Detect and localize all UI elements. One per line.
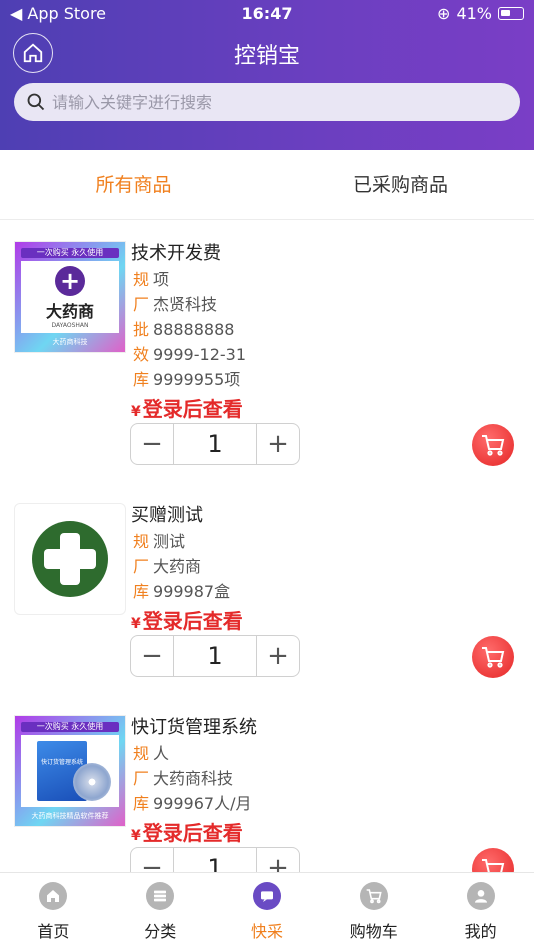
plus-logo-icon xyxy=(32,521,108,597)
product-spec: 规人 xyxy=(133,744,170,763)
list-item[interactable]: 一次购买 永久使用 快订货管理系统 大药商科技精品软件推荐 快订货管理系统 规人… xyxy=(0,695,534,872)
product-maker: 厂大药商科技 xyxy=(133,769,234,788)
thumb-brand-en: DAYAOSHAN xyxy=(51,321,89,329)
product-name[interactable]: 买赠测试 xyxy=(131,501,203,527)
tab-quick-buy[interactable]: 快采 xyxy=(214,873,321,950)
decrease-button[interactable]: − xyxy=(131,424,173,464)
tab-profile[interactable]: 我的 xyxy=(427,873,534,950)
category-icon xyxy=(146,882,175,910)
list-item[interactable]: 买赠测试 规测试 厂大药商 库 999987盒 ¥ 登录后查看 − 1 + xyxy=(0,483,534,695)
decrease-button[interactable]: − xyxy=(131,636,173,676)
cart-icon xyxy=(359,882,388,910)
product-stock: 库 9999955项 xyxy=(133,370,241,389)
quantity-value[interactable]: 1 xyxy=(173,424,257,464)
thumb-panel: + 大药商 DAYAOSHAN xyxy=(21,261,119,333)
product-spec: 规测试 xyxy=(133,532,186,551)
tab-all-products[interactable]: 所有商品 xyxy=(0,150,267,219)
status-bar: ◀ App Store 16:47 ⊕ 41% xyxy=(0,0,534,28)
tab-category[interactable]: 分类 xyxy=(107,873,214,950)
quick-buy-icon xyxy=(252,882,281,910)
thumb-brand: 大药商 xyxy=(45,301,94,321)
quantity-value[interactable]: 1 xyxy=(173,848,257,872)
quantity-stepper: − 1 + xyxy=(130,423,300,465)
tab-purchased-products[interactable]: 已采购商品 xyxy=(267,150,534,219)
product-spec: 规项 xyxy=(133,270,170,289)
product-maker: 厂大药商 xyxy=(133,557,202,576)
list-item[interactable]: 一次购买 永久使用 + 大药商 DAYAOSHAN 大药商科技 技术开发费 规项… xyxy=(0,221,534,483)
thumb-footer: 大药商科技精品软件推荐 xyxy=(31,812,109,820)
quantity-value[interactable]: 1 xyxy=(173,636,257,676)
disc-icon xyxy=(73,763,111,801)
thumb-badge: 一次购买 永久使用 xyxy=(21,248,119,258)
search-icon xyxy=(27,93,45,111)
product-name[interactable]: 技术开发费 xyxy=(131,239,221,265)
product-maker: 厂杰贤科技 xyxy=(133,295,218,314)
status-right: ⊕ 41% xyxy=(437,4,524,23)
product-stock: 库 999967人/月 xyxy=(133,794,252,813)
product-price: ¥ 登录后查看 xyxy=(131,609,243,633)
plus-logo-icon: + xyxy=(55,265,85,296)
software-box: 快订货管理系统 xyxy=(21,735,119,807)
orientation-lock-icon: ⊕ xyxy=(437,4,451,23)
add-to-cart-button[interactable] xyxy=(472,424,514,466)
battery-icon xyxy=(498,7,524,20)
tab-bar-top: 所有商品 已采购商品 xyxy=(0,150,534,220)
product-list[interactable]: 一次购买 永久使用 + 大药商 DAYAOSHAN 大药商科技 技术开发费 规项… xyxy=(0,221,534,872)
product-expiry: 效 9999-12-31 xyxy=(133,345,246,364)
tab-cart[interactable]: 购物车 xyxy=(320,873,427,950)
thumb-box-title: 快订货管理系统 xyxy=(40,759,83,766)
cart-icon xyxy=(482,435,505,456)
header: ◀ App Store 16:47 ⊕ 41% 控销宝 xyxy=(0,0,534,150)
product-price: ¥ 登录后查看 xyxy=(131,397,243,421)
increase-button[interactable]: + xyxy=(257,848,299,872)
thumb-footer: 大药商科技 xyxy=(52,338,88,346)
product-batch: 批 88888888 xyxy=(133,320,235,339)
product-name[interactable]: 快订货管理系统 xyxy=(131,713,257,739)
add-to-cart-button[interactable] xyxy=(472,636,514,678)
product-price: ¥ 登录后查看 xyxy=(131,821,243,845)
tab-home[interactable]: 首页 xyxy=(0,873,107,950)
increase-button[interactable]: + xyxy=(257,636,299,676)
thumb-badge: 一次购买 永久使用 xyxy=(21,722,119,732)
battery-percent: 41% xyxy=(456,4,492,23)
search-bar[interactable] xyxy=(14,83,520,121)
product-image[interactable]: 一次购买 永久使用 + 大药商 DAYAOSHAN 大药商科技 xyxy=(14,241,126,353)
increase-button[interactable]: + xyxy=(257,424,299,464)
quantity-stepper: − 1 + xyxy=(130,847,300,872)
profile-icon xyxy=(466,882,495,910)
quantity-stepper: − 1 + xyxy=(130,635,300,677)
product-stock: 库 999987盒 xyxy=(133,582,231,601)
decrease-button[interactable]: − xyxy=(131,848,173,872)
product-image[interactable]: 一次购买 永久使用 快订货管理系统 大药商科技精品软件推荐 xyxy=(14,715,126,827)
search-input[interactable] xyxy=(52,92,492,112)
add-to-cart-button[interactable] xyxy=(472,848,514,872)
product-image[interactable] xyxy=(14,503,126,615)
page-title: 控销宝 xyxy=(233,44,300,69)
cart-icon xyxy=(482,647,505,668)
bottom-tab-bar: 首页 分类 快采 购物车 我的 xyxy=(0,872,534,950)
cart-icon xyxy=(482,859,505,872)
home-icon xyxy=(39,882,68,910)
